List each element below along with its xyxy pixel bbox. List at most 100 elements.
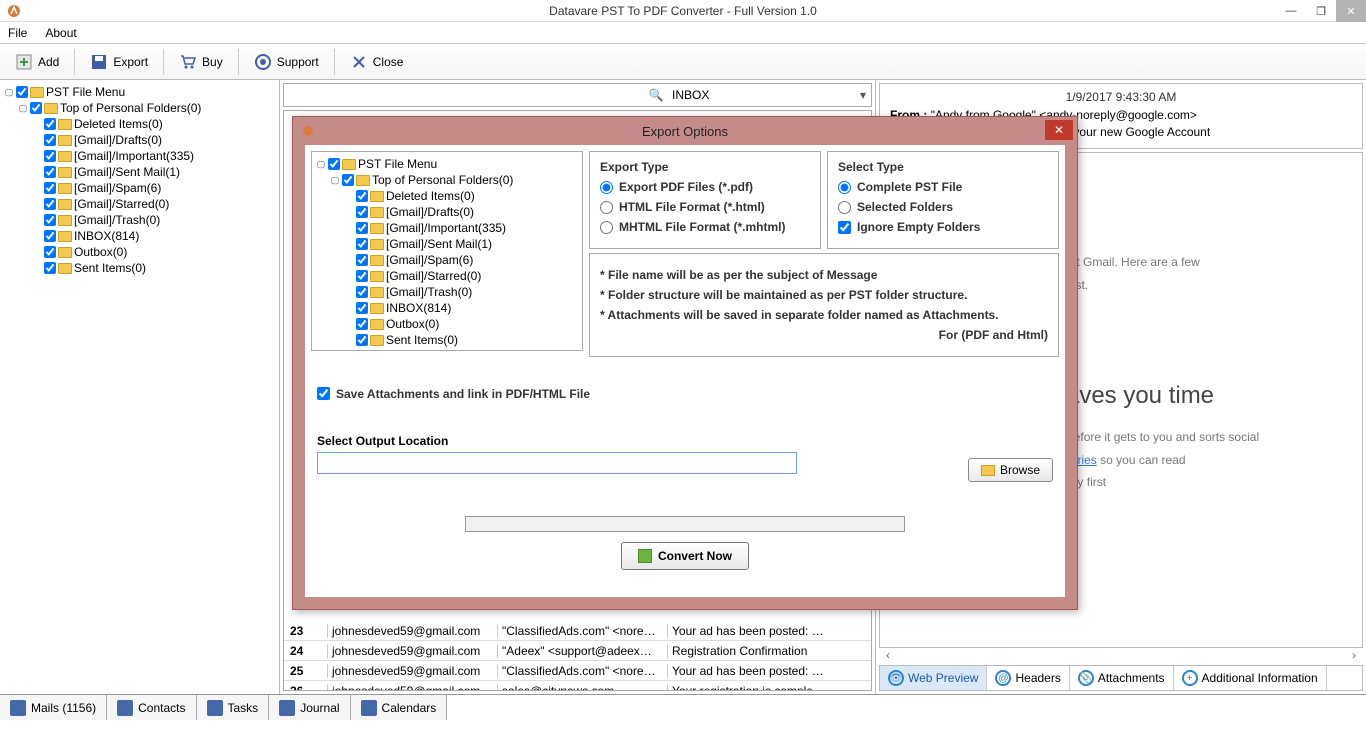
browse-button[interactable]: Browse bbox=[968, 458, 1053, 482]
chevron-down-icon[interactable]: ▾ bbox=[855, 88, 871, 102]
radio-selected[interactable]: Selected Folders bbox=[838, 200, 1048, 214]
tree-item[interactable]: INBOX(814) bbox=[4, 228, 275, 244]
progress-row: Convert Now bbox=[311, 506, 1059, 592]
buy-button[interactable]: Buy bbox=[170, 49, 232, 75]
tree-item[interactable]: Sent Items(0) bbox=[316, 332, 578, 348]
tree-check[interactable] bbox=[44, 166, 56, 178]
tree-check[interactable] bbox=[44, 118, 56, 130]
export-button[interactable]: Export bbox=[81, 49, 157, 75]
tab-headers[interactable]: @Headers bbox=[987, 666, 1069, 690]
btab-mails[interactable]: Mails (1156) bbox=[0, 695, 107, 720]
tree-check[interactable] bbox=[44, 198, 56, 210]
check-input[interactable] bbox=[317, 387, 330, 400]
support-button[interactable]: Support bbox=[245, 49, 328, 75]
tab-additional-info[interactable]: +Additional Information bbox=[1174, 666, 1327, 690]
tree-check[interactable] bbox=[328, 158, 340, 170]
row-subject: Your ad has been posted: … bbox=[668, 664, 871, 678]
table-row[interactable]: 26johnesdeved59@gmail.comsales@citynews.… bbox=[284, 681, 871, 691]
scroll-right-icon[interactable]: › bbox=[1352, 648, 1356, 662]
btab-tasks[interactable]: Tasks bbox=[197, 695, 270, 720]
radio-input[interactable] bbox=[600, 221, 613, 234]
tree-check[interactable] bbox=[356, 286, 368, 298]
check-input[interactable] bbox=[838, 221, 851, 234]
tree-top[interactable]: ▢Top of Personal Folders(0) bbox=[4, 100, 275, 116]
tree-item[interactable]: [Gmail]/Starred(0) bbox=[4, 196, 275, 212]
tree-check[interactable] bbox=[356, 318, 368, 330]
close-window-button[interactable]: ✕ bbox=[1336, 0, 1366, 22]
check-save-attachments[interactable]: Save Attachments and link in PDF/HTML Fi… bbox=[317, 387, 1053, 401]
search-row: 🔍 INBOX ▾ bbox=[283, 83, 872, 107]
add-button[interactable]: Add bbox=[6, 49, 68, 75]
radio-input[interactable] bbox=[600, 181, 613, 194]
tree-root[interactable]: ▢PST File Menu bbox=[4, 84, 275, 100]
tree-check[interactable] bbox=[44, 150, 56, 162]
tree-check[interactable] bbox=[16, 86, 28, 98]
check-ignore-empty[interactable]: Ignore Empty Folders bbox=[838, 220, 1048, 234]
btab-journal[interactable]: Journal bbox=[269, 695, 350, 720]
tree-check[interactable] bbox=[356, 302, 368, 314]
output-path-input[interactable] bbox=[317, 452, 797, 474]
tree-check[interactable] bbox=[44, 214, 56, 226]
tree-check[interactable] bbox=[356, 238, 368, 250]
tree-check[interactable] bbox=[30, 102, 42, 114]
tree-item[interactable]: [Gmail]/Starred(0) bbox=[316, 268, 578, 284]
tree-check[interactable] bbox=[356, 190, 368, 202]
tree-label: INBOX(814) bbox=[74, 229, 139, 243]
tree-check[interactable] bbox=[44, 262, 56, 274]
btab-calendars[interactable]: Calendars bbox=[351, 695, 448, 720]
tasks-icon bbox=[207, 700, 223, 716]
radio-input[interactable] bbox=[838, 181, 851, 194]
tree-item[interactable]: [Gmail]/Drafts(0) bbox=[4, 132, 275, 148]
tree-item[interactable]: [Gmail]/Drafts(0) bbox=[316, 204, 578, 220]
menu-file[interactable]: File bbox=[8, 26, 27, 40]
tree-item[interactable]: Outbox(0) bbox=[4, 244, 275, 260]
tree-check[interactable] bbox=[356, 222, 368, 234]
close-button[interactable]: Close bbox=[341, 49, 413, 75]
tree-item[interactable]: [Gmail]/Spam(6) bbox=[316, 252, 578, 268]
tree-check[interactable] bbox=[356, 334, 368, 346]
tree-item[interactable]: [Gmail]/Important(335) bbox=[4, 148, 275, 164]
tree-item[interactable]: [Gmail]/Sent Mail(1) bbox=[316, 236, 578, 252]
tree-item[interactable]: Deleted Items(0) bbox=[4, 116, 275, 132]
tab-web-preview[interactable]: 👁Web Preview bbox=[880, 666, 987, 690]
table-row[interactable]: 24johnesdeved59@gmail.com"Adeex" <suppor… bbox=[284, 641, 871, 661]
radio-mhtml[interactable]: MHTML File Format (*.mhtml) bbox=[600, 220, 810, 234]
dtree-top[interactable]: ▢Top of Personal Folders(0) bbox=[316, 172, 578, 188]
tree-item[interactable]: Deleted Items(0) bbox=[316, 188, 578, 204]
tree-check[interactable] bbox=[44, 230, 56, 242]
tree-item[interactable]: [Gmail]/Trash(0) bbox=[316, 284, 578, 300]
tree-item[interactable]: Outbox(0) bbox=[316, 316, 578, 332]
radio-input[interactable] bbox=[838, 201, 851, 214]
dialog-close-button[interactable]: ✕ bbox=[1045, 120, 1073, 140]
tree-check[interactable] bbox=[356, 206, 368, 218]
tree-check[interactable] bbox=[342, 174, 354, 186]
tree-check[interactable] bbox=[44, 134, 56, 146]
tree-check[interactable] bbox=[44, 246, 56, 258]
table-row[interactable]: 23johnesdeved59@gmail.com"ClassifiedAds.… bbox=[284, 621, 871, 641]
tree-check[interactable] bbox=[356, 270, 368, 282]
folder-selector[interactable]: INBOX bbox=[668, 88, 855, 102]
tree-item[interactable]: [Gmail]/Trash(0) bbox=[4, 212, 275, 228]
scroll-left-icon[interactable]: ‹ bbox=[886, 648, 890, 662]
maximize-button[interactable]: ❐ bbox=[1306, 0, 1336, 22]
tree-item[interactable]: [Gmail]/Sent Mail(1) bbox=[4, 164, 275, 180]
convert-button[interactable]: Convert Now bbox=[621, 542, 749, 570]
tree-check[interactable] bbox=[356, 254, 368, 266]
radio-html[interactable]: HTML File Format (*.html) bbox=[600, 200, 810, 214]
btab-contacts[interactable]: Contacts bbox=[107, 695, 196, 720]
radio-input[interactable] bbox=[600, 201, 613, 214]
tree-item[interactable]: [Gmail]/Spam(6) bbox=[4, 180, 275, 196]
search-icon[interactable]: 🔍 bbox=[644, 88, 668, 102]
minimize-button[interactable]: — bbox=[1276, 0, 1306, 22]
radio-pdf[interactable]: Export PDF Files (*.pdf) bbox=[600, 180, 810, 194]
tree-check[interactable] bbox=[44, 182, 56, 194]
tree-item[interactable]: Sent Items(0) bbox=[4, 260, 275, 276]
dtree-root[interactable]: ▢PST File Menu bbox=[316, 156, 578, 172]
tab-attachments[interactable]: 📎Attachments bbox=[1070, 666, 1174, 690]
tree-item[interactable]: INBOX(814) bbox=[316, 300, 578, 316]
tree-item[interactable]: [Gmail]/Important(335) bbox=[316, 220, 578, 236]
support-icon bbox=[254, 53, 272, 71]
table-row[interactable]: 25johnesdeved59@gmail.com"ClassifiedAds.… bbox=[284, 661, 871, 681]
radio-complete[interactable]: Complete PST File bbox=[838, 180, 1048, 194]
menu-about[interactable]: About bbox=[45, 26, 76, 40]
